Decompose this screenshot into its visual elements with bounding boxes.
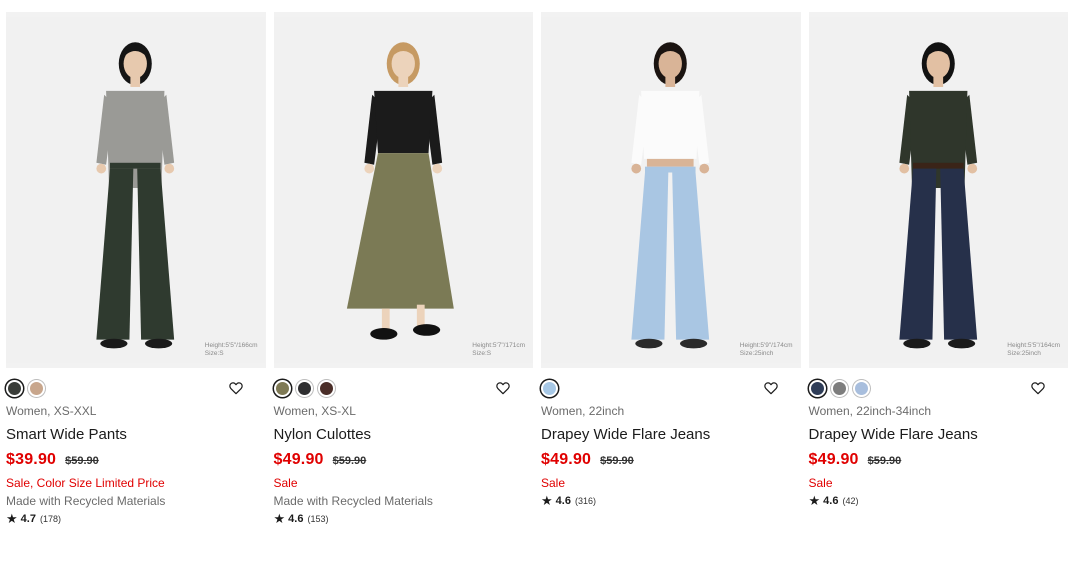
review-count: (316) — [574, 496, 596, 506]
color-swatch[interactable] — [808, 379, 826, 397]
color-swatch[interactable] — [541, 379, 558, 397]
gender-size-range: Women, XS-XL — [273, 404, 356, 418]
color-swatch[interactable] — [295, 379, 313, 397]
color-swatch[interactable] — [28, 379, 45, 397]
price-row: $39.90 $59.90 — [6, 451, 266, 473]
star-icon: ★ — [808, 493, 821, 508]
sale-price: $39.90 — [6, 451, 57, 468]
heart-icon[interactable] — [495, 380, 511, 396]
star-icon: ★ — [273, 511, 286, 526]
price-row: $49.90 $59.90 — [541, 451, 801, 473]
color-swatch[interactable] — [852, 379, 870, 397]
gender-size-range: Women, 22inch-34inch — [808, 404, 932, 418]
rating-score: 4.6 — [555, 495, 571, 507]
sale-price: $49.90 — [808, 451, 859, 468]
rating-score: 4.6 — [288, 513, 304, 525]
heart-icon[interactable] — [763, 380, 779, 396]
product-card[interactable]: Height:5'5"/166cm Size:S Women, XS-XXL S… — [6, 12, 274, 528]
color-swatches — [6, 376, 266, 400]
gender-size-range: Women, XS-XXL — [6, 404, 97, 418]
model-figure — [808, 17, 1068, 363]
product-name[interactable]: Drapey Wide Flare Jeans — [541, 425, 801, 445]
color-swatch[interactable] — [830, 379, 848, 397]
color-swatches — [541, 376, 801, 400]
color-swatch[interactable] — [6, 379, 23, 397]
model-size-info: Height:5'5"/164cm Size:25inch — [1007, 342, 1060, 357]
rating-score: 4.7 — [20, 513, 36, 525]
product-image[interactable]: Height:5'5"/166cm Size:S — [6, 12, 266, 368]
model-figure — [6, 17, 266, 363]
product-card[interactable]: Height:5'9"/174cm Size:25inch Women, 22i… — [541, 12, 809, 528]
color-swatches — [273, 376, 534, 400]
recycled-label: Made with Recycled Materials — [273, 494, 433, 508]
original-price: $59.90 — [600, 455, 634, 467]
original-price: $59.90 — [65, 455, 99, 467]
model-size-info: Height:5'7"/171cm Size:S — [472, 342, 525, 357]
price-row: $49.90 $59.90 — [274, 451, 534, 473]
color-swatch[interactable] — [273, 379, 291, 397]
heart-icon[interactable] — [1030, 380, 1046, 396]
product-card[interactable]: Height:5'7"/171cm Size:S Women, XS-XL Ny… — [273, 12, 542, 528]
model-figure — [541, 17, 801, 363]
review-count: (178) — [39, 514, 61, 524]
product-image[interactable]: Height:5'5"/164cm Size:25inch — [808, 12, 1068, 368]
sale-price: $49.90 — [273, 451, 324, 468]
product-name[interactable]: Drapey Wide Flare Jeans — [809, 425, 1069, 445]
product-image[interactable]: Height:5'9"/174cm Size:25inch — [541, 12, 801, 368]
heart-icon[interactable] — [228, 380, 244, 396]
rating: ★ 4.6 (316) — [541, 492, 801, 510]
rating: ★ 4.6 (42) — [809, 492, 1069, 510]
product-grid: Height:5'5"/166cm Size:S Women, XS-XXL S… — [6, 12, 1076, 528]
review-count: (153) — [307, 514, 329, 524]
gender-size-range: Women, 22inch — [541, 404, 625, 418]
original-price: $59.90 — [867, 455, 902, 467]
rating: ★ 4.6 (153) — [274, 510, 534, 528]
original-price: $59.90 — [332, 455, 367, 467]
product-card[interactable]: Height:5'5"/164cm Size:25inch Women, 22i… — [808, 12, 1077, 528]
model-figure — [273, 17, 533, 363]
sale-price: $49.90 — [541, 451, 592, 468]
recycled-label: Made with Recycled Materials — [6, 494, 166, 508]
sale-flag: Sale — [273, 476, 298, 490]
price-row: $49.90 $59.90 — [809, 451, 1069, 473]
star-icon: ★ — [6, 511, 18, 526]
color-swatches — [808, 376, 1069, 400]
review-count: (42) — [842, 496, 859, 506]
product-name[interactable]: Smart Wide Pants — [6, 425, 266, 445]
model-size-info: Height:5'9"/174cm Size:25inch — [739, 342, 793, 357]
rating-score: 4.6 — [823, 495, 839, 507]
sale-flag: Sale, Color Size Limited Price — [6, 476, 165, 490]
sale-flag: Sale — [808, 476, 833, 490]
color-swatch[interactable] — [317, 379, 335, 397]
sale-flag: Sale — [541, 476, 566, 490]
star-icon: ★ — [541, 493, 553, 508]
model-size-info: Height:5'5"/166cm Size:S — [204, 342, 258, 357]
product-name[interactable]: Nylon Culottes — [274, 425, 534, 445]
rating: ★ 4.7 (178) — [6, 510, 266, 528]
product-image[interactable]: Height:5'7"/171cm Size:S — [273, 12, 533, 368]
